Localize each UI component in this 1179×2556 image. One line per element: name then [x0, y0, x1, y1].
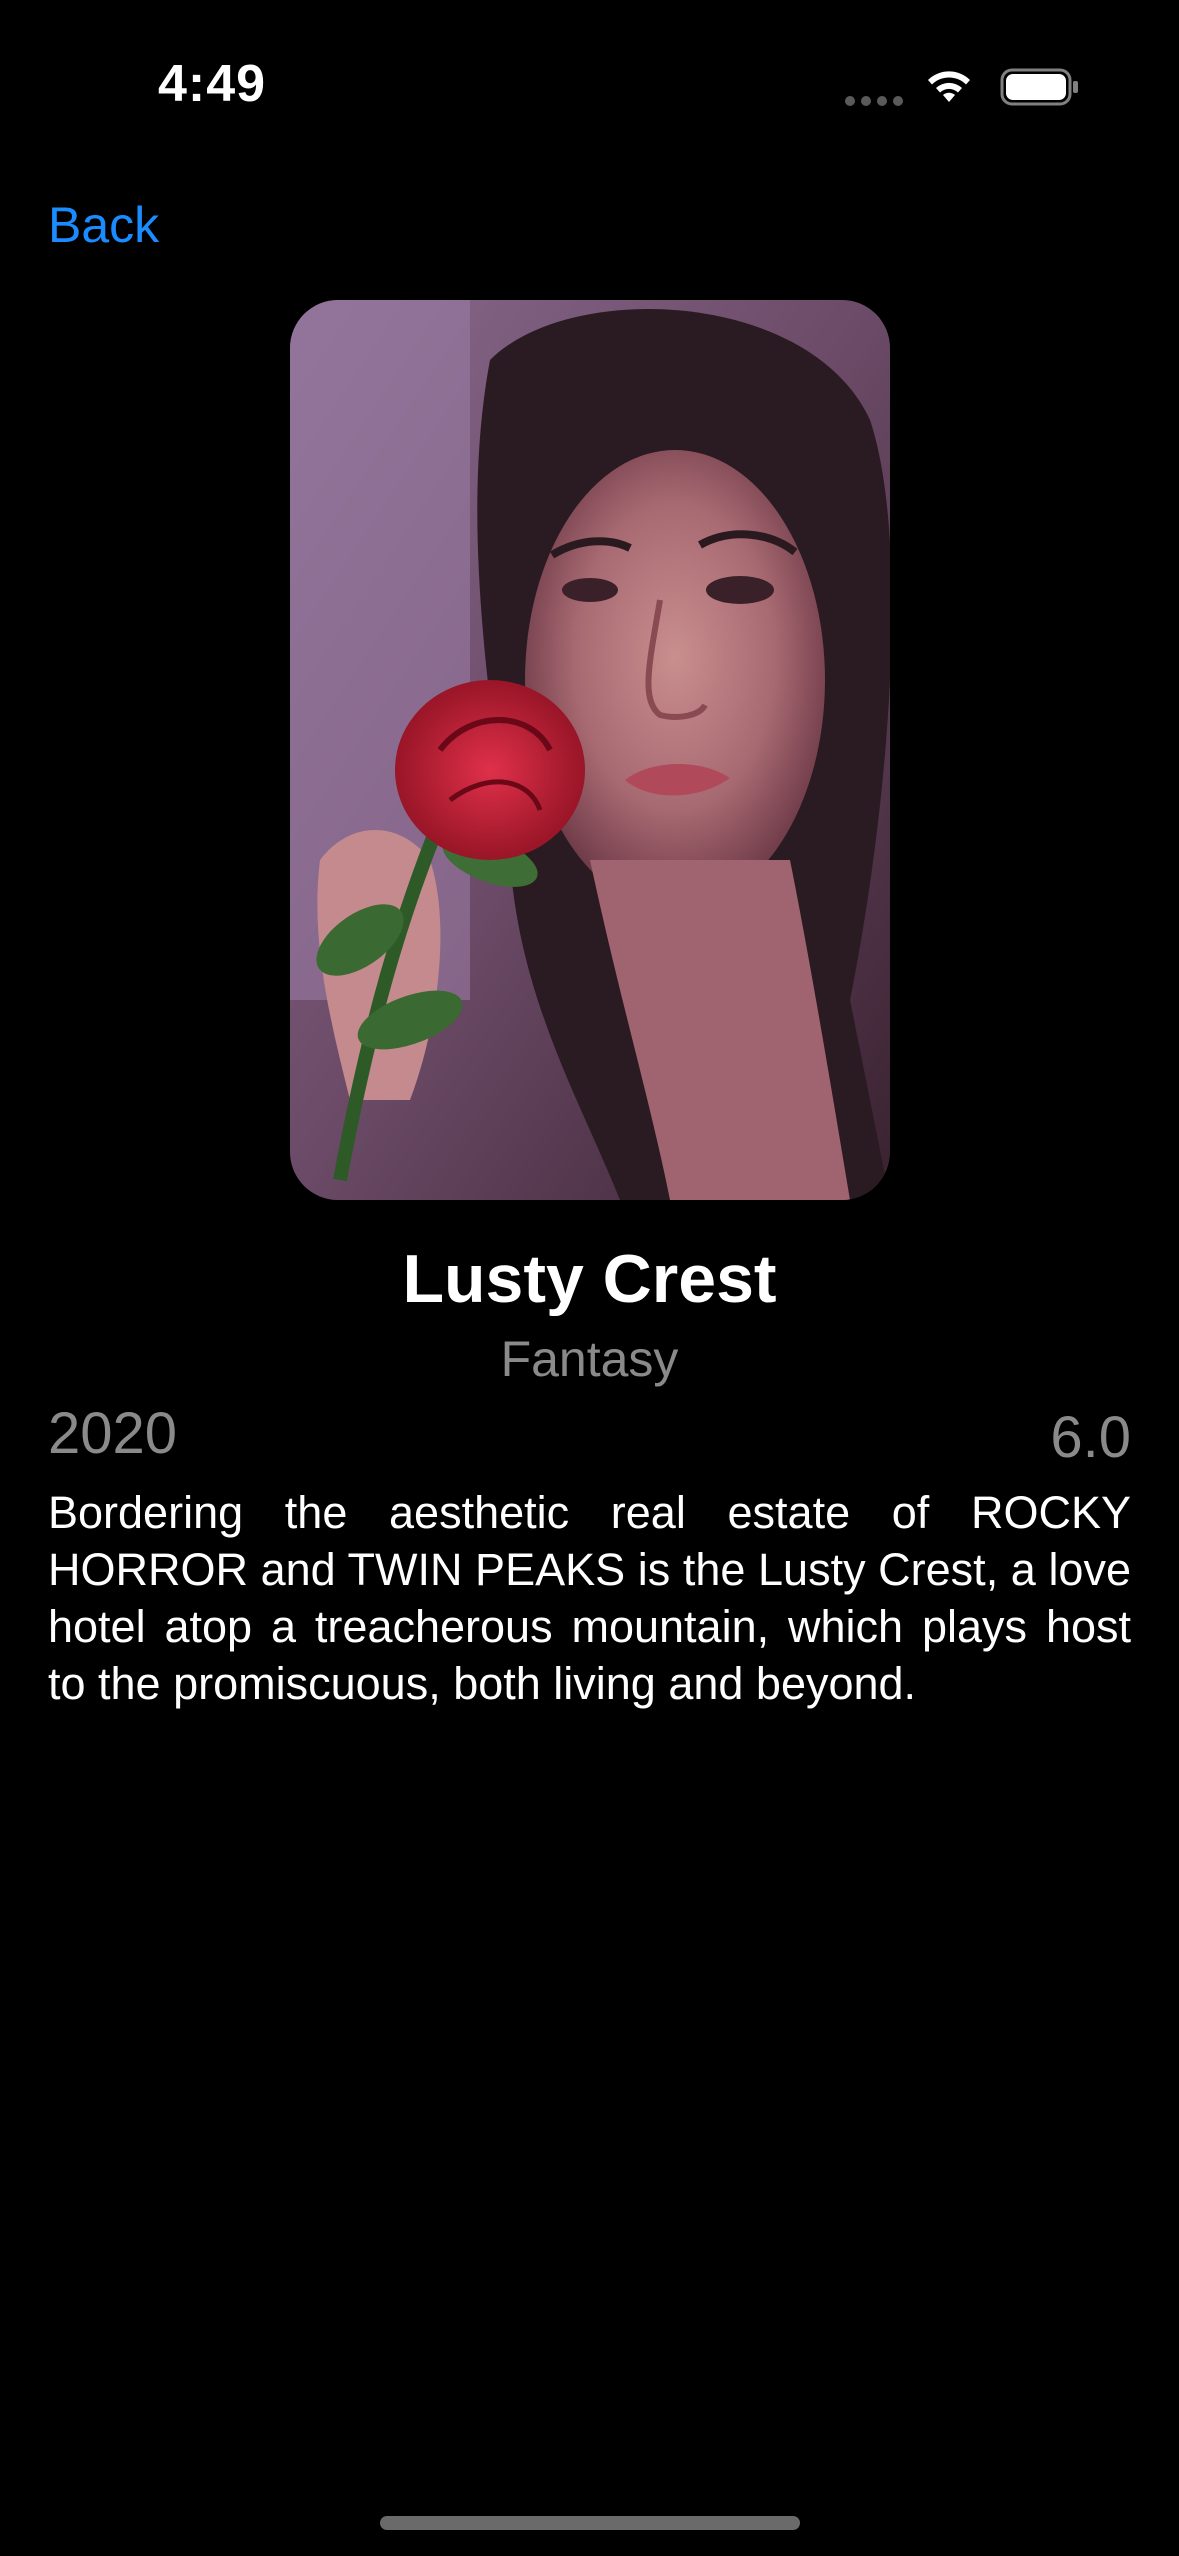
- back-button[interactable]: Back: [48, 196, 159, 254]
- movie-year: 2020: [48, 1401, 178, 1466]
- status-bar: 4:49: [0, 0, 1179, 170]
- battery-icon: [1000, 68, 1080, 106]
- wifi-icon: [925, 66, 973, 106]
- movie-poster: [290, 300, 890, 1200]
- movie-description: Bordering the aesthetic real estate of R…: [48, 1487, 1131, 1709]
- status-time: 4:49: [158, 55, 267, 113]
- cellular-signal-icon: [845, 96, 905, 106]
- home-indicator[interactable]: [380, 2516, 800, 2530]
- movie-title: Lusty Crest: [402, 1241, 777, 1317]
- movie-genre: Fantasy: [500, 1331, 679, 1387]
- movie-rating: 6.0: [1050, 1405, 1131, 1470]
